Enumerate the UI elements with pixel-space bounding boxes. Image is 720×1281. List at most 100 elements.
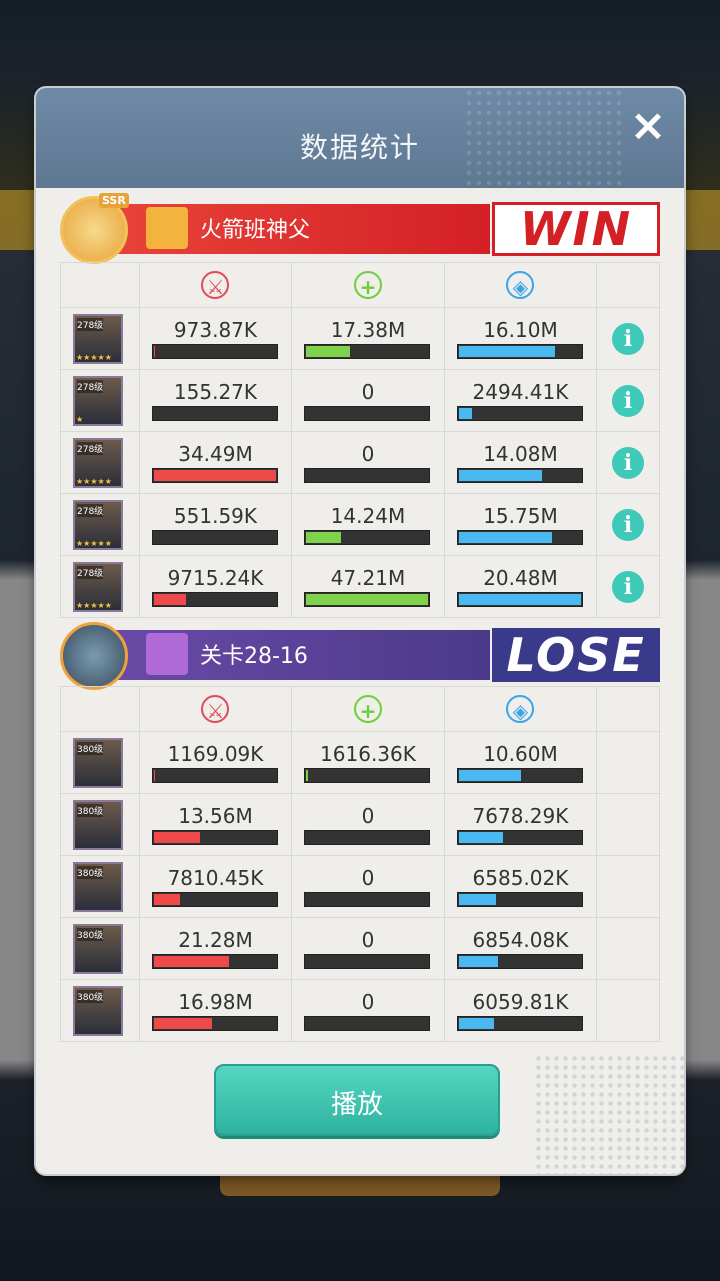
shield-bar: [456, 468, 583, 483]
shield-cell: 7678.29K: [443, 793, 598, 856]
hero-level: 278级: [77, 566, 104, 579]
hero-portrait[interactable]: 278级 ★★★★★: [73, 562, 123, 612]
info-icon[interactable]: i: [612, 570, 645, 603]
heal-cell: 0: [291, 793, 445, 856]
info-icon[interactable]: i: [612, 384, 645, 417]
hero-level: 380级: [77, 928, 104, 941]
hero-portrait[interactable]: 278级 ★★★★★: [73, 500, 123, 550]
damage-cell: 551.59K: [138, 493, 293, 556]
info-cell: [596, 855, 660, 918]
heal-cell: 0: [291, 431, 445, 494]
heal-icon: +: [353, 271, 382, 299]
stats-dialog: 数据统计 × 火箭班神父 WIN SSR ⚔ + ◈ 278级 ★★★★★ 973.…: [36, 88, 684, 1174]
hero-stars: ★★★★★: [76, 353, 112, 362]
hero-portrait[interactable]: 278级 ★: [73, 376, 123, 426]
damage-bar-fill: [153, 594, 187, 605]
hero-portrait[interactable]: 380级: [73, 924, 123, 974]
enemy-avatar[interactable]: [60, 622, 128, 690]
heal-value: 0: [361, 442, 375, 466]
hero-cell: 380级: [60, 979, 140, 1042]
hero-portrait[interactable]: 380级: [73, 738, 123, 788]
header-empty: [596, 686, 660, 732]
shield-value: 16.10M: [483, 318, 558, 342]
dialog-title: 数据统计: [299, 131, 420, 164]
info-icon[interactable]: i: [612, 322, 645, 355]
heal-bar: [304, 830, 431, 845]
hero-portrait[interactable]: 380级: [73, 800, 123, 850]
hero-portrait[interactable]: 380级: [73, 986, 123, 1036]
win-team-name: 火箭班神父: [200, 218, 311, 243]
heal-cell: 47.21M: [291, 555, 445, 618]
hero-stats-row: 278级 ★★★★★ 9715.24K 47.21M 20.48M i: [60, 555, 660, 618]
shield-cell: 6059.81K: [443, 979, 598, 1042]
hero-portrait[interactable]: 278级 ★★★★★: [73, 314, 123, 364]
header-heal: +: [291, 262, 445, 308]
hero-stats-row: 380级 13.56M 0 7678.29K: [60, 793, 660, 856]
heal-value: 0: [361, 866, 375, 890]
shield-value: 6854.08K: [472, 928, 569, 952]
heal-cell: 0: [291, 917, 445, 980]
hero-stats-row: 380级 7810.45K 0 6585.02K: [60, 855, 660, 918]
shield-bar-fill: [458, 770, 522, 781]
shield-value: 6059.81K: [472, 990, 569, 1014]
hero-cell: 278级 ★★★★★: [60, 493, 140, 556]
header-damage: ⚔: [138, 686, 293, 732]
shield-cell: 10.60M: [443, 731, 598, 794]
info-cell: [596, 793, 660, 856]
damage-cell: 16.98M: [138, 979, 293, 1042]
damage-value: 551.59K: [173, 504, 258, 528]
info-cell: [596, 979, 660, 1042]
ssr-badge: SSR: [99, 193, 129, 208]
play-button[interactable]: 播放: [214, 1064, 500, 1136]
shield-bar-fill: [458, 470, 543, 481]
hero-portrait[interactable]: 380级: [73, 862, 123, 912]
damage-bar-fill: [153, 956, 229, 967]
hero-cell: 380级: [60, 793, 140, 856]
info-icon[interactable]: i: [612, 508, 645, 541]
hero-stats-row: 278级 ★★★★★ 973.87K 17.38M 16.10M i: [60, 307, 660, 370]
lose-team-stats-table: ⚔ + ◈ 380级 1169.09K 1616.36K 10.60M 380级 13.5…: [60, 686, 660, 1042]
heal-value: 17.38M: [330, 318, 406, 342]
info-cell: [596, 917, 660, 980]
lose-result-label: LOSE: [506, 628, 646, 682]
damage-bar: [151, 406, 278, 421]
shield-bar: [456, 768, 583, 783]
info-cell: i: [596, 555, 660, 618]
heal-bar: [304, 468, 431, 483]
damage-value: 9715.24K: [167, 566, 264, 590]
header-empty: [596, 262, 660, 308]
heal-value: 0: [361, 380, 375, 404]
player-avatar[interactable]: SSR: [60, 193, 129, 264]
shield-value: 15.75M: [483, 504, 558, 528]
damage-bar: [151, 830, 278, 845]
damage-bar-fill: [153, 1018, 213, 1029]
damage-cell: 9715.24K: [138, 555, 293, 618]
shield-bar: [456, 344, 583, 359]
damage-cell: 973.87K: [138, 307, 293, 370]
win-result-label: WIN: [519, 202, 633, 256]
info-cell: i: [596, 431, 660, 494]
hero-portrait[interactable]: 278级 ★★★★★: [73, 438, 123, 488]
info-icon[interactable]: i: [612, 446, 645, 479]
heal-bar-fill: [306, 770, 308, 781]
hero-stars: ★★★★★: [76, 601, 112, 610]
info-cell: [596, 731, 660, 794]
heal-bar: [304, 768, 431, 783]
damage-bar-fill: [153, 470, 276, 481]
hero-level: 278级: [77, 504, 104, 517]
heal-bar-fill: [306, 594, 429, 605]
hero-cell: 278级 ★★★★★: [60, 307, 140, 370]
win-team-stats-table: ⚔ + ◈ 278级 ★★★★★ 973.87K 17.38M 16.10M i 278级 ★…: [60, 262, 660, 618]
shield-value: 2494.41K: [472, 380, 569, 404]
close-icon[interactable]: ×: [626, 104, 670, 148]
hero-stats-row: 278级 ★★★★★ 34.49M 0 14.08M i: [60, 431, 660, 494]
damage-value: 21.28M: [178, 928, 253, 952]
heal-cell: 17.38M: [291, 307, 445, 370]
heal-bar-fill: [306, 346, 351, 357]
damage-bar: [151, 530, 278, 545]
hero-stats-row: 278级 ★★★★★ 551.59K 14.24M 15.75M i: [60, 493, 660, 556]
shield-cell: 6854.08K: [443, 917, 598, 980]
heal-bar: [304, 592, 431, 607]
heal-value: 1616.36K: [320, 742, 416, 766]
lose-team-name: 关卡28-16: [200, 644, 308, 669]
